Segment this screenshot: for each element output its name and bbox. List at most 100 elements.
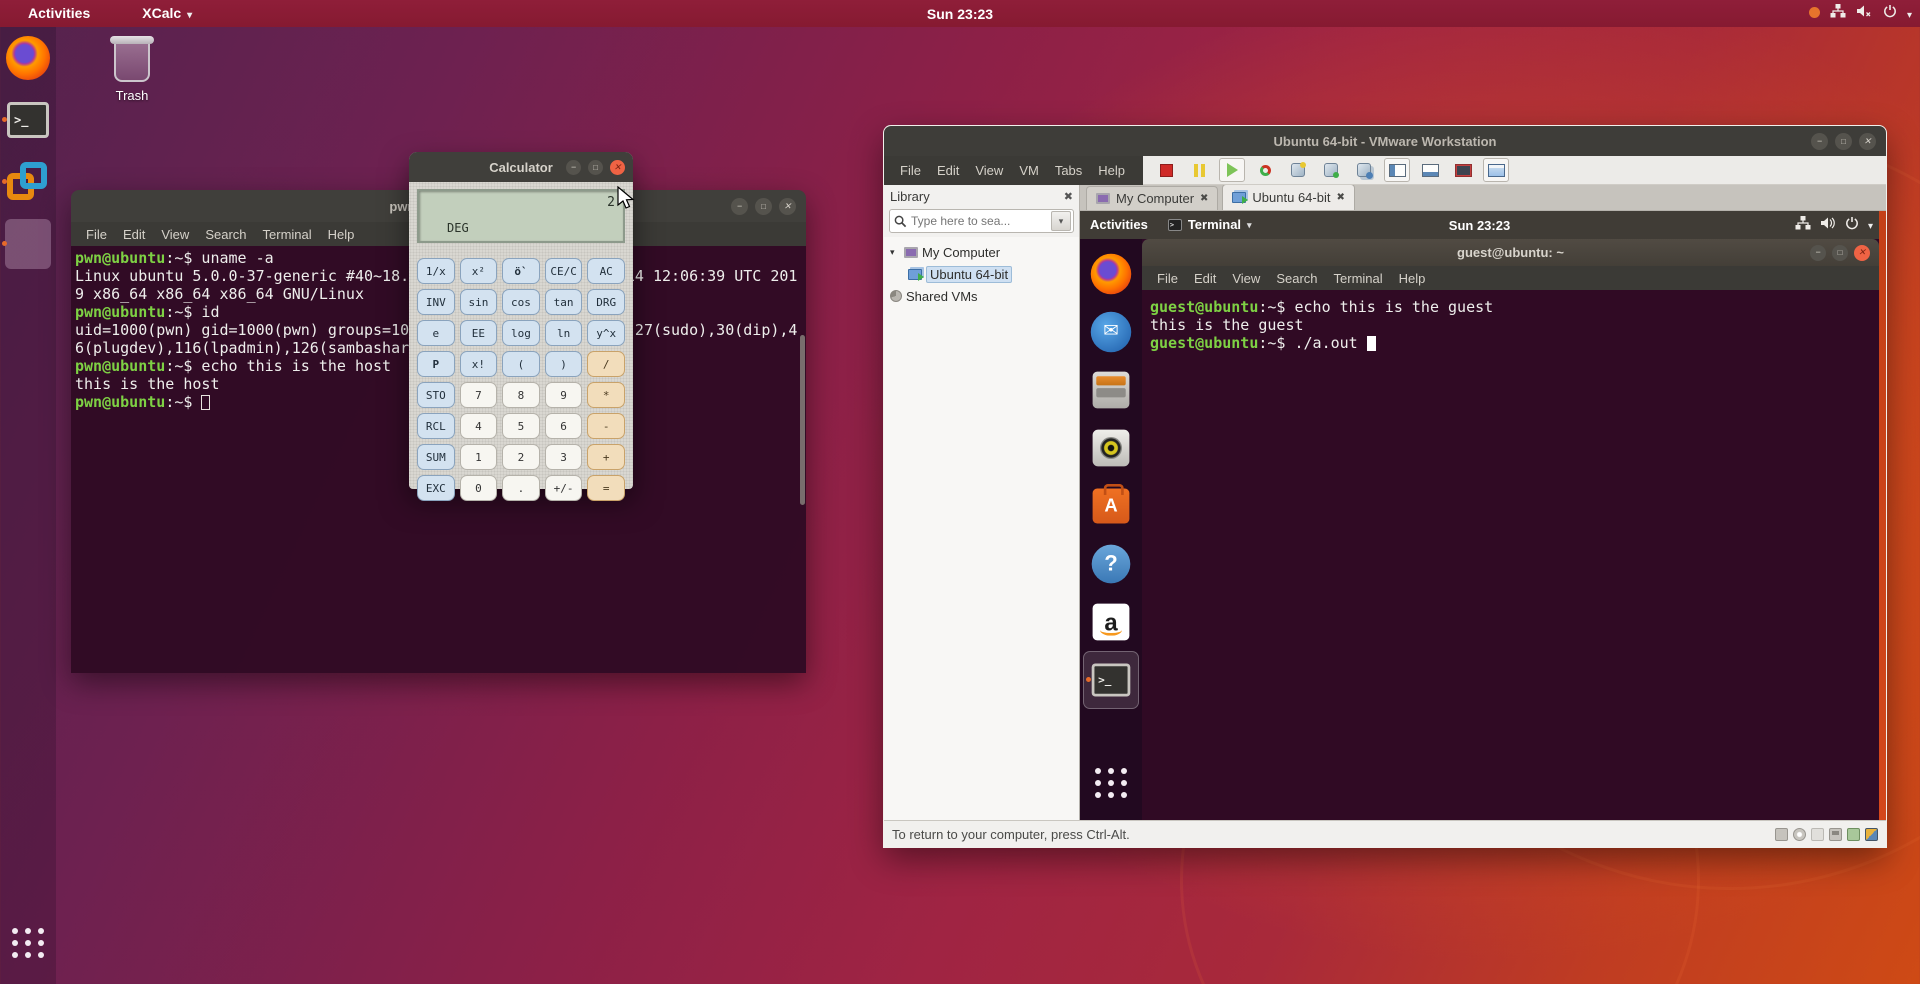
show-applications-button[interactable] bbox=[1083, 754, 1139, 812]
calc-key-ee[interactable]: EE bbox=[460, 320, 498, 346]
menu-search[interactable]: Search bbox=[198, 227, 253, 242]
calc-key-0[interactable]: 0 bbox=[460, 475, 498, 501]
network-icon[interactable] bbox=[1795, 216, 1811, 235]
calc-key-4[interactable]: 4 bbox=[460, 413, 498, 439]
menu-terminal[interactable]: Terminal bbox=[256, 227, 319, 242]
calc-key-1-x[interactable]: 1/x bbox=[417, 258, 455, 284]
menu-view[interactable]: View bbox=[1225, 271, 1267, 286]
guest-terminal-content[interactable]: guest@ubuntu:~$ echo this is the guestth… bbox=[1142, 290, 1879, 820]
toolbar-play-button[interactable] bbox=[1219, 158, 1245, 182]
calc-key--[interactable]: = bbox=[587, 475, 625, 501]
calc-key-ln[interactable]: ln bbox=[545, 320, 583, 346]
calc-key--[interactable]: / bbox=[587, 351, 625, 377]
minimize-button[interactable] bbox=[1811, 133, 1828, 150]
vm-console[interactable]: Activities Terminal Sun 23:23 ▾ A?a gues… bbox=[1080, 211, 1886, 820]
expander-icon[interactable] bbox=[890, 247, 900, 258]
menu-terminal[interactable]: Terminal bbox=[1327, 271, 1390, 286]
maximize-button[interactable] bbox=[588, 160, 603, 175]
guest-activities-button[interactable]: Activities bbox=[1080, 211, 1158, 239]
close-library-icon[interactable] bbox=[1064, 190, 1073, 203]
app-menu-button[interactable]: XCalc bbox=[130, 0, 204, 27]
close-button[interactable] bbox=[610, 160, 625, 175]
system-tray[interactable]: ▾ bbox=[1809, 0, 1912, 27]
tree-item-ubuntu-64-bit[interactable]: Ubuntu 64-bit bbox=[884, 263, 1079, 285]
dock-item-software[interactable]: A bbox=[1083, 477, 1139, 535]
vm-tab-ubuntu-64-bit[interactable]: Ubuntu 64-bit bbox=[1222, 184, 1354, 210]
network-icon[interactable] bbox=[1830, 4, 1846, 23]
calc-key-9[interactable]: 9 bbox=[545, 382, 583, 408]
chevron-down-icon[interactable]: ▾ bbox=[1907, 5, 1912, 23]
calc-key-inv[interactable]: INV bbox=[417, 289, 455, 315]
trash-icon[interactable] bbox=[114, 40, 150, 82]
calc-key-sin[interactable]: sin bbox=[460, 289, 498, 315]
calc-key-exc[interactable]: EXC bbox=[417, 475, 455, 501]
volume-muted-icon[interactable] bbox=[1856, 4, 1873, 23]
device-sound-icon[interactable] bbox=[1811, 828, 1824, 841]
library-search[interactable] bbox=[889, 209, 1074, 233]
calc-key-sto[interactable]: STO bbox=[417, 382, 455, 408]
calc-key--[interactable]: + bbox=[587, 444, 625, 470]
maximize-button[interactable] bbox=[1835, 133, 1852, 150]
calc-key--[interactable]: ) bbox=[545, 351, 583, 377]
calc-key-log[interactable]: log bbox=[502, 320, 540, 346]
calc-key-e[interactable]: e bbox=[417, 320, 455, 346]
dock-item-rhythmbox[interactable] bbox=[1083, 419, 1139, 477]
menu-view[interactable]: View bbox=[967, 163, 1011, 178]
toolbar-fullscreen-button[interactable] bbox=[1450, 158, 1476, 182]
device-status-icons[interactable] bbox=[1770, 828, 1878, 841]
menu-file[interactable]: File bbox=[1150, 271, 1185, 286]
device-printer-icon[interactable] bbox=[1829, 828, 1842, 841]
menu-vm[interactable]: VM bbox=[1011, 163, 1047, 178]
calc-key-cos[interactable]: cos bbox=[502, 289, 540, 315]
calc-key--[interactable]: - bbox=[587, 413, 625, 439]
search-dropdown-button[interactable] bbox=[1051, 211, 1071, 231]
dock-item-firefox[interactable] bbox=[0, 27, 56, 89]
toolbar-snapshot-manager-button[interactable] bbox=[1351, 158, 1377, 182]
power-icon[interactable] bbox=[1883, 4, 1897, 23]
toolbar-pause-button[interactable] bbox=[1186, 158, 1212, 182]
close-button[interactable] bbox=[1854, 245, 1870, 261]
minimize-button[interactable] bbox=[566, 160, 581, 175]
calc-key-7[interactable]: 7 bbox=[460, 382, 498, 408]
toolbar-library-panel-button[interactable] bbox=[1384, 158, 1410, 182]
dock-item-terminal[interactable] bbox=[1083, 651, 1139, 709]
toolbar-revert-button[interactable] bbox=[1252, 158, 1278, 182]
guest-terminal-titlebar[interactable]: guest@ubuntu: ~ bbox=[1142, 239, 1879, 266]
calc-key--[interactable]: * bbox=[587, 382, 625, 408]
toolbar-console-view-button[interactable] bbox=[1417, 158, 1443, 182]
close-button[interactable] bbox=[779, 198, 796, 215]
dock-item-amazon[interactable]: a bbox=[1083, 593, 1139, 651]
power-icon[interactable] bbox=[1845, 216, 1859, 235]
calc-key-ce-c[interactable]: CE/C bbox=[545, 258, 583, 284]
show-applications-button[interactable] bbox=[0, 912, 56, 974]
volume-icon[interactable] bbox=[1820, 216, 1836, 235]
dock-item-terminal[interactable] bbox=[0, 89, 56, 151]
trash[interactable]: Trash bbox=[100, 40, 164, 103]
close-tab-icon[interactable] bbox=[1336, 192, 1344, 203]
toolbar-take-snapshot-button[interactable] bbox=[1285, 158, 1311, 182]
scrollbar-thumb[interactable] bbox=[800, 335, 805, 505]
vmware-titlebar[interactable]: Ubuntu 64-bit - VMware Workstation bbox=[884, 126, 1886, 156]
guest-system-tray[interactable]: ▾ bbox=[1795, 211, 1873, 239]
device-display-icon[interactable] bbox=[1865, 828, 1878, 841]
menu-help[interactable]: Help bbox=[1090, 163, 1133, 178]
device-cd-icon[interactable] bbox=[1793, 828, 1806, 841]
toolbar-unity-button[interactable] bbox=[1483, 158, 1509, 182]
menu-file[interactable]: File bbox=[892, 163, 929, 178]
menu-edit[interactable]: Edit bbox=[116, 227, 152, 242]
chevron-down-icon[interactable]: ▾ bbox=[1868, 216, 1873, 234]
calc-key-x-[interactable]: x! bbox=[460, 351, 498, 377]
dock-item-vmware[interactable] bbox=[0, 151, 56, 213]
calc-key-3[interactable]: 3 bbox=[545, 444, 583, 470]
device-usb-icon[interactable] bbox=[1847, 828, 1860, 841]
menu-search[interactable]: Search bbox=[1269, 271, 1324, 286]
notification-dot-icon[interactable] bbox=[1809, 5, 1820, 23]
tree-item-my-computer[interactable]: My Computer bbox=[884, 241, 1079, 263]
calc-key--[interactable]: +/- bbox=[545, 475, 583, 501]
search-input[interactable] bbox=[911, 214, 1031, 228]
calc-key-tan[interactable]: tan bbox=[545, 289, 583, 315]
calc-key--[interactable]: . bbox=[502, 475, 540, 501]
maximize-button[interactable] bbox=[1832, 245, 1848, 261]
dock-item-files[interactable] bbox=[1083, 361, 1139, 419]
calc-key-y-x[interactable]: y^x bbox=[587, 320, 625, 346]
